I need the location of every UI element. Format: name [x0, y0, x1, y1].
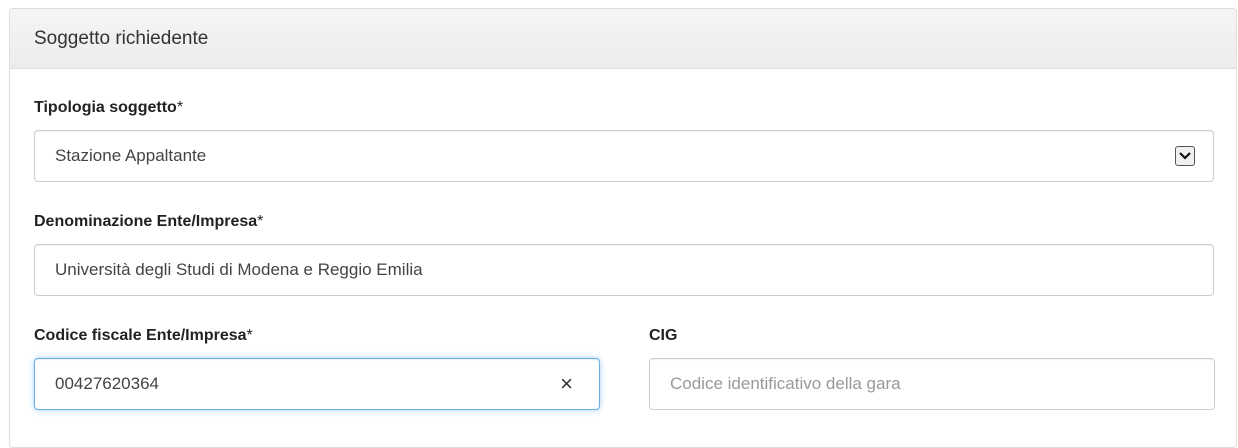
denominazione-input[interactable]: Università degli Studi di Modena e Reggi… — [34, 244, 1214, 296]
codice-fiscale-label: Codice fiscale Ente/Impresa* — [34, 327, 253, 345]
cig-placeholder: Codice identificativo della gara — [670, 374, 901, 393]
required-mark: * — [176, 99, 184, 116]
denominazione-label-text: Denominazione Ente/Impresa — [34, 213, 258, 230]
required-mark: * — [246, 327, 253, 344]
required-mark: * — [257, 213, 264, 230]
cig-label-text: CIG — [649, 327, 678, 344]
chevron-down-icon[interactable] — [1175, 146, 1195, 166]
close-icon[interactable]: × — [560, 372, 573, 396]
codice-fiscale-label-text: Codice fiscale Ente/Impresa — [34, 327, 247, 344]
denominazione-value: Università degli Studi di Modena e Reggi… — [55, 260, 423, 279]
codice-fiscale-value: 00427620364 — [55, 374, 160, 393]
codice-fiscale-input[interactable]: 00427620364 × — [34, 358, 600, 410]
tipologia-soggetto-select[interactable]: Stazione Appaltante — [34, 130, 1214, 182]
denominazione-label: Denominazione Ente/Impresa* — [34, 213, 263, 231]
tipologia-soggetto-value: Stazione Appaltante — [55, 146, 207, 165]
cig-input[interactable]: Codice identificativo della gara — [649, 358, 1215, 410]
cig-label: CIG — [649, 327, 677, 345]
panel-heading: Soggetto richiedente — [10, 9, 1236, 69]
tipologia-soggetto-label: Tipologia soggetto* — [34, 99, 183, 117]
panel-title: Soggetto richiedente — [34, 27, 209, 49]
tipologia-soggetto-label-text: Tipologia soggetto — [34, 99, 177, 116]
soggetto-richiedente-panel: Soggetto richiedente Tipologia soggetto*… — [9, 8, 1237, 448]
